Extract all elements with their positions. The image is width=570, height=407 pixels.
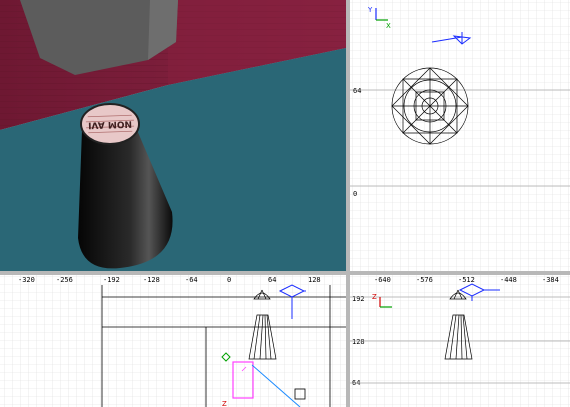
tick-x: -64 <box>185 276 198 284</box>
front-viewport[interactable]: -320 -256 -192 -128 -64 0 64 128 Z <box>0 275 346 407</box>
tick-y: 128 <box>352 338 365 346</box>
side-viewport[interactable]: -640 -576 -512 -448 -384 192 128 64 Z <box>350 275 570 407</box>
axis-z-label: Z <box>372 293 377 301</box>
front-grid: -320 -256 -192 -128 -64 0 64 128 Z <box>0 275 346 407</box>
tick-0: 0 <box>353 190 357 198</box>
side-grid: -640 -576 -512 -448 -384 192 128 64 Z <box>350 275 570 407</box>
top-viewport[interactable]: Y X 64 0 <box>350 0 570 271</box>
wireframe-object-top[interactable] <box>391 67 469 145</box>
tick-x: 64 <box>268 276 276 284</box>
tick-x: -192 <box>103 276 120 284</box>
tick-x: -640 <box>374 276 391 284</box>
cap-label: NOM AVI <box>88 118 132 130</box>
tick-x: -576 <box>416 276 433 284</box>
tick-x: -384 <box>542 276 559 284</box>
axis-x-label: X <box>386 22 391 30</box>
level-editor: NOM AVI Y X 64 0 -320 -256 -192 -128 -64… <box>0 0 570 407</box>
tick-x: -448 <box>500 276 517 284</box>
tick-x: -320 <box>18 276 35 284</box>
tick-x: -256 <box>56 276 73 284</box>
axis-z-label: Z <box>222 400 227 407</box>
camera-scene: NOM AVI <box>0 0 346 271</box>
tick-x: 0 <box>227 276 231 284</box>
tick-64: 64 <box>353 87 361 95</box>
top-grid: Y X 64 0 <box>350 0 570 271</box>
tick-x: -128 <box>143 276 160 284</box>
viewport-splitter-vertical[interactable] <box>346 0 350 407</box>
tick-y: 192 <box>352 295 365 303</box>
tick-x: 128 <box>308 276 321 284</box>
camera-viewport[interactable]: NOM AVI <box>0 0 346 271</box>
tick-x: -512 <box>458 276 475 284</box>
axis-y-label: Y <box>367 6 373 14</box>
viewport-splitter-horizontal[interactable] <box>0 271 570 275</box>
